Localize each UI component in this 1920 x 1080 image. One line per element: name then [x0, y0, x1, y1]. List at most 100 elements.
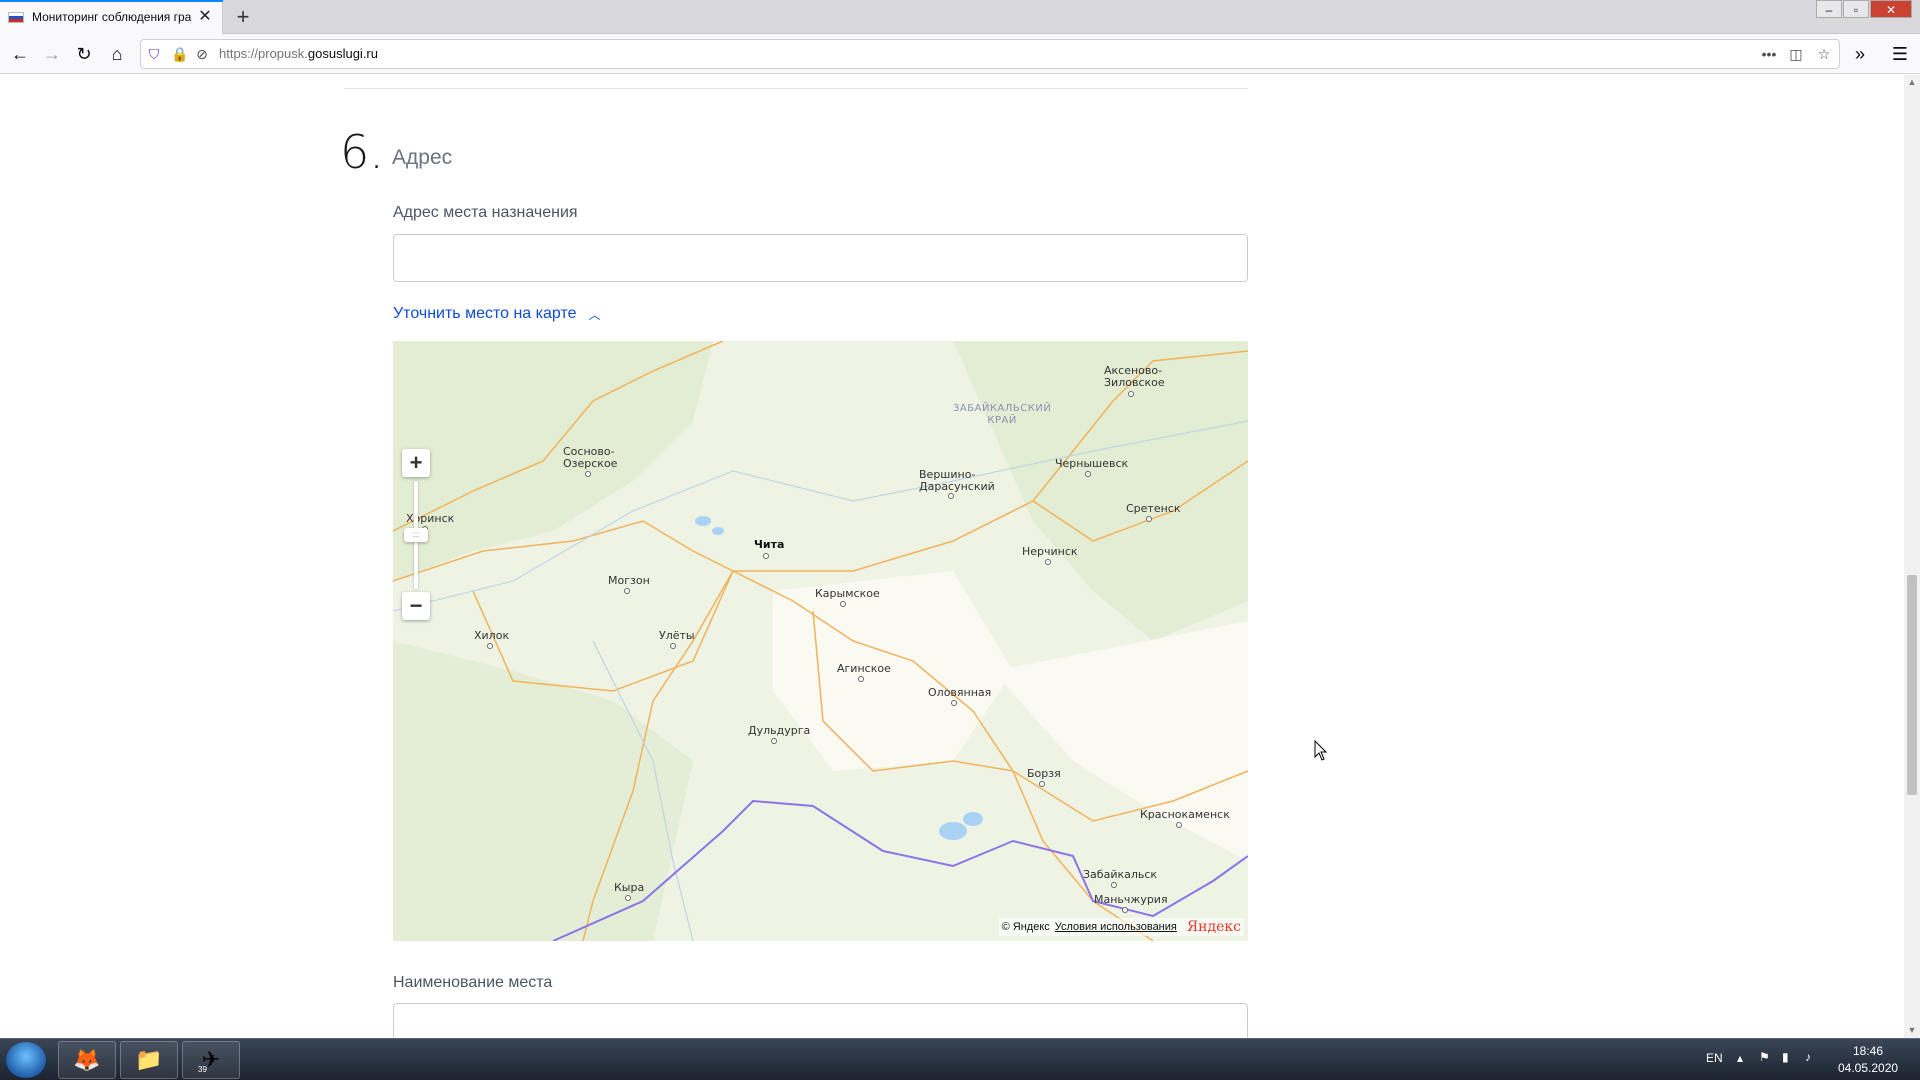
- place-name-input[interactable]: [393, 1003, 1248, 1038]
- windows-start-icon[interactable]: [6, 1042, 46, 1078]
- browser-tab[interactable]: Мониторинг соблюдения гра ✕: [0, 0, 223, 34]
- firefox-icon[interactable]: 🦊: [58, 1041, 116, 1079]
- telegram-icon[interactable]: ✈: [182, 1041, 240, 1079]
- close-window-button[interactable]: ✕: [1870, 0, 1912, 18]
- region-label: ЗАБАЙКАЛЬСКИЙ КРАЙ: [953, 403, 1052, 426]
- lock-icon[interactable]: 🔒: [171, 45, 189, 63]
- city-label[interactable]: Агинское: [837, 663, 891, 675]
- url-bar[interactable]: ⛉ 🔒 ⊘ https://propusk.gosuslugi.ru ••• ◫…: [140, 39, 1840, 69]
- volume-icon[interactable]: ♪: [1805, 1050, 1811, 1064]
- city-label[interactable]: Забайкальск: [1083, 869, 1157, 881]
- city-marker: [487, 643, 493, 649]
- city-marker: [625, 895, 631, 901]
- navigation-bar: ← → ↻ ⌂ ⛉ 🔒 ⊘ https://propusk.gosuslugi.…: [0, 34, 1920, 74]
- network-icon[interactable]: ▮: [1782, 1050, 1789, 1064]
- city-label[interactable]: Чернышевск: [1055, 458, 1128, 470]
- city-label[interactable]: Вершино- Дарасунский: [919, 469, 995, 493]
- city-label[interactable]: Нерчинск: [1022, 546, 1078, 558]
- city-label[interactable]: Аксеново- Зиловское: [1104, 365, 1165, 389]
- city-label[interactable]: Могзон: [608, 575, 650, 587]
- shield-icon[interactable]: ⛉: [145, 45, 163, 63]
- city-label[interactable]: Краснокаменск: [1140, 809, 1230, 821]
- city-marker: [948, 493, 954, 499]
- city-label[interactable]: Чита: [754, 539, 784, 551]
- city-label[interactable]: Оловянная: [928, 687, 991, 699]
- russia-flag-icon: [8, 11, 24, 23]
- city-marker: [840, 601, 846, 607]
- city-marker: [1039, 781, 1045, 787]
- chevrons-right-icon[interactable]: »: [1846, 40, 1874, 68]
- scroll-down-icon[interactable]: ▼: [1907, 1025, 1917, 1035]
- city-label[interactable]: Хилок: [474, 630, 509, 642]
- city-label[interactable]: Кыра: [614, 882, 644, 894]
- place-name-label: Наименование места: [393, 974, 553, 991]
- city-label[interactable]: Карымское: [815, 588, 880, 600]
- telegram-badge: 39: [198, 1065, 207, 1074]
- clock-date[interactable]: 04.05.2020: [1838, 1061, 1898, 1075]
- terms-link[interactable]: Условия использования: [1055, 921, 1177, 933]
- new-tab-button[interactable]: +: [230, 4, 256, 30]
- city-label[interactable]: Сретенск: [1126, 503, 1181, 515]
- address-input[interactable]: [393, 234, 1248, 282]
- arrow-right-icon[interactable]: →: [38, 40, 66, 68]
- city-label[interactable]: Улёты: [659, 630, 695, 642]
- section-title: Адрес: [392, 146, 453, 169]
- close-tab-icon[interactable]: ✕: [197, 9, 213, 25]
- map-copyright: © Яндекс Условия использования Яндекс: [998, 918, 1244, 936]
- city-marker: [763, 553, 769, 559]
- tray-expand-icon[interactable]: ▴: [1737, 1051, 1743, 1065]
- zoom-in-button[interactable]: +: [402, 449, 430, 477]
- language-indicator[interactable]: EN: [1706, 1051, 1723, 1065]
- city-marker: [1146, 516, 1152, 522]
- more-dots-icon[interactable]: •••: [1760, 45, 1778, 63]
- tab-title: Мониторинг соблюдения гра: [32, 10, 192, 24]
- city-label[interactable]: Маньчжурия: [1094, 894, 1168, 906]
- reload-icon[interactable]: ↻: [70, 40, 98, 68]
- tracking-icon[interactable]: ⊘: [193, 45, 211, 63]
- address-label: Адрес места назначения: [393, 204, 578, 221]
- hamburger-icon[interactable]: ☰: [1886, 40, 1914, 68]
- star-icon[interactable]: ☆: [1815, 45, 1833, 63]
- maximize-window-button[interactable]: ▫: [1843, 0, 1869, 18]
- map-background: [393, 341, 1248, 941]
- copyright-text: © Яндекс: [1001, 921, 1050, 933]
- city-marker: [1111, 882, 1117, 888]
- map-toggle-label: Уточнить место на карте: [393, 305, 577, 322]
- url-text[interactable]: https://propusk.gosuslugi.ru: [219, 46, 378, 61]
- scroll-thumb[interactable]: [1907, 575, 1917, 795]
- folder-icon[interactable]: 📁: [120, 1041, 178, 1079]
- yandex-logo[interactable]: Яндекс: [1187, 919, 1241, 935]
- city-marker: [1122, 907, 1128, 913]
- pocket-icon[interactable]: ◫: [1787, 45, 1805, 63]
- city-marker: [624, 588, 630, 594]
- page-content: 6. Адрес Адрес места назначения Уточнить…: [0, 75, 1904, 1038]
- city-marker: [771, 738, 777, 744]
- section-number: 6.: [340, 125, 384, 179]
- action-center-flag-icon[interactable]: ⚑: [1759, 1050, 1770, 1064]
- mouse-cursor-icon: [1314, 740, 1328, 761]
- city-marker: [585, 471, 591, 477]
- zoom-out-button[interactable]: −: [402, 592, 430, 620]
- section-divider: [344, 88, 1248, 89]
- city-marker: [858, 676, 864, 682]
- zoom-slider-handle[interactable]: :::: [404, 528, 428, 542]
- minimize-window-button[interactable]: –: [1816, 0, 1842, 18]
- map-toggle-link[interactable]: Уточнить место на карте ︿: [393, 305, 601, 323]
- city-marker: [1128, 391, 1134, 397]
- city-marker: [670, 643, 676, 649]
- city-label[interactable]: Сосново- Озерское: [563, 446, 617, 470]
- home-icon[interactable]: ⌂: [103, 40, 131, 68]
- scroll-up-icon[interactable]: ▲: [1907, 77, 1917, 87]
- yandex-map[interactable]: ЗАБАЙКАЛЬСКИЙ КРАЙ Аксеново- Зиловское С…: [393, 341, 1248, 941]
- arrow-left-icon[interactable]: ←: [6, 40, 34, 68]
- clock-time[interactable]: 18:46: [1853, 1044, 1883, 1058]
- tab-accent: [0, 0, 223, 2]
- city-marker: [1085, 471, 1091, 477]
- city-label[interactable]: Дульдурга: [748, 725, 810, 737]
- chevron-up-icon: ︿: [588, 307, 601, 322]
- city-label[interactable]: Борзя: [1027, 768, 1061, 780]
- windows-taskbar: 🦊 📁 ✈ 39 EN ▴ ⚑ ▮ ♪ 18:46 04.05.2020: [0, 1038, 1920, 1080]
- page-scrollbar[interactable]: ▲ ▼: [1904, 75, 1920, 1038]
- city-marker: [1176, 822, 1182, 828]
- zoom-control: + ::: −: [402, 449, 430, 620]
